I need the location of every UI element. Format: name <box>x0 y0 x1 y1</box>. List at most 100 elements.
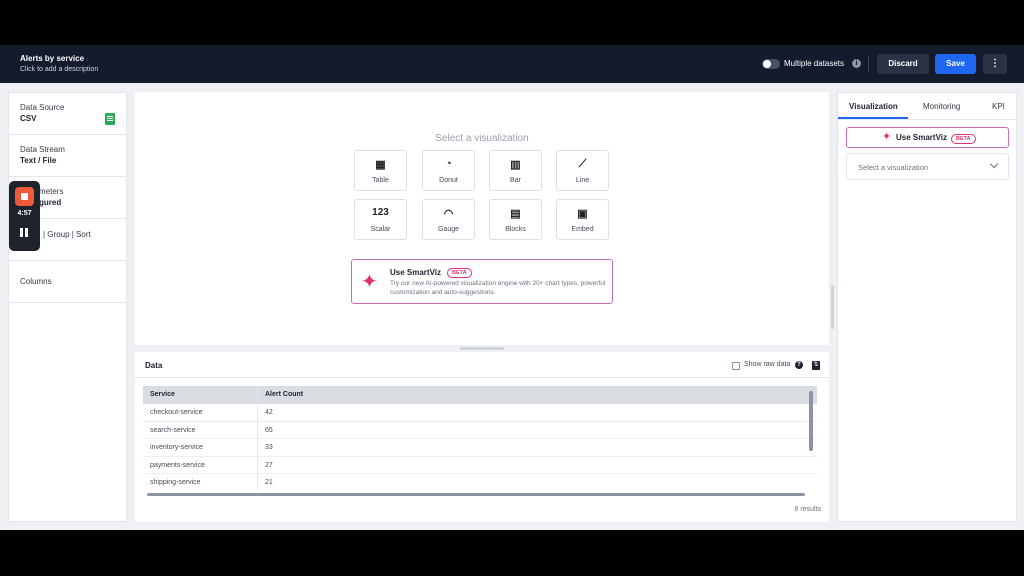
beta-badge: BETA <box>951 134 976 144</box>
table-row: payments-service 27 <box>143 457 817 474</box>
results-count: 8 results <box>794 506 821 513</box>
tab-kpi[interactable]: KPI <box>992 102 1005 111</box>
tab-visualization[interactable]: Visualization <box>849 102 898 111</box>
spreadsheet-icon <box>105 113 115 125</box>
chevron-down-icon <box>989 159 999 169</box>
info-icon[interactable]: i <box>852 59 861 68</box>
table-cell: search-service <box>150 426 196 434</box>
use-smartviz-button[interactable]: ✦ Use SmartViz BETA <box>846 127 1009 148</box>
data-panel-title: Data <box>145 361 163 370</box>
table-cell: shipping-service <box>150 479 201 486</box>
sidebar-item-value: gured <box>39 198 62 207</box>
viz-tile-table[interactable]: ▦ Table <box>354 150 407 191</box>
table-horizontal-scrollbar[interactable] <box>147 493 805 496</box>
column-divider <box>257 386 258 490</box>
select-visualization-prompt: Select a visualization <box>435 133 529 144</box>
viz-tile-line[interactable]: ⟋ Line <box>556 150 609 191</box>
table-row: checkout-service 42 <box>143 404 817 422</box>
resize-handle[interactable] <box>460 347 504 350</box>
table-vertical-scrollbar[interactable] <box>809 391 813 451</box>
table-cell: 65 <box>265 426 273 434</box>
viz-tile-blocks[interactable]: ▤ Blocks <box>489 199 542 240</box>
sidebar-item-label: Data Stream <box>20 145 65 154</box>
smartviz-description: Try our new AI-powered visualization eng… <box>390 280 606 296</box>
sidebar-item-label: | Group | Sort <box>43 230 91 239</box>
show-raw-data-checkbox[interactable] <box>732 362 740 370</box>
viz-tile-embed[interactable]: ▣ Embed <box>556 199 609 240</box>
multiple-datasets-toggle[interactable] <box>762 59 780 69</box>
pause-icon[interactable] <box>20 228 29 237</box>
sidebar-item-value: Text / File <box>20 156 57 165</box>
table-cell: 27 <box>265 461 273 469</box>
sidebar-item-label: meters <box>39 187 64 196</box>
column-header-service[interactable]: Service <box>150 386 175 404</box>
table-cell: 21 <box>265 479 273 486</box>
data-table: Service Alert Count checkout-service 42 … <box>143 386 817 490</box>
table-cell: checkout-service <box>150 409 203 416</box>
config-sidebar: Data Source CSV Data Stream Text / File … <box>8 92 127 522</box>
sidebar-item-data-source[interactable]: Data Source CSV <box>9 93 126 135</box>
more-vertical-icon[interactable]: ⋮ <box>983 54 1007 74</box>
viz-tile-label: Scalar <box>370 226 391 233</box>
table-cell: 42 <box>265 409 273 416</box>
data-panel: Data Show raw data ? ⇅ Service Alert Cou… <box>135 352 829 522</box>
recording-timer: 4:57 <box>17 210 32 217</box>
toolbar-divider <box>868 56 869 72</box>
viz-tile-gauge[interactable]: ◠ Gauge <box>422 199 475 240</box>
table-cell: payments-service <box>150 461 205 469</box>
page-title[interactable]: Alerts by service <box>20 54 84 63</box>
export-icon[interactable]: ⇅ <box>812 361 820 370</box>
viz-tile-label: Blocks <box>505 226 526 233</box>
gauge-icon: ◠ <box>443 208 454 220</box>
smartviz-card[interactable]: ✦ Use SmartViz BETA Try our new AI-power… <box>351 259 613 304</box>
show-raw-data-label[interactable]: Show raw data <box>744 361 790 368</box>
viz-tile-donut[interactable]: ◔ Donut <box>422 150 475 191</box>
viz-tile-label: Embed <box>571 226 594 233</box>
sidebar-item-columns[interactable]: Columns <box>9 261 126 303</box>
page-description[interactable]: Click to add a description <box>20 66 98 73</box>
stop-recording-icon[interactable] <box>15 187 34 206</box>
sparkle-icon: ✦ <box>361 271 378 293</box>
beta-badge: BETA <box>447 268 472 278</box>
viz-tile-label: Gauge <box>437 226 460 233</box>
top-bar: Alerts by service Click to add a descrip… <box>0 45 1024 83</box>
scalar-icon: 123 <box>372 207 389 218</box>
table-row: inventory-service 33 <box>143 439 817 457</box>
line-chart-icon: ⟋ <box>578 158 587 170</box>
smartviz-title: Use SmartViz <box>390 268 441 277</box>
discard-button[interactable]: Discard <box>877 54 929 74</box>
properties-panel: Visualization Monitoring KPI ✦ Use Smart… <box>837 92 1017 522</box>
viz-tile-label: Table <box>372 177 389 184</box>
embed-icon: ▣ <box>577 208 588 220</box>
table-cell: inventory-service <box>150 444 203 451</box>
viz-tile-scalar[interactable]: 123 Scalar <box>354 199 407 240</box>
panel-divider <box>135 377 829 378</box>
viz-tile-label: Donut <box>439 177 458 184</box>
column-header-alert-count[interactable]: Alert Count <box>265 386 303 404</box>
sidebar-item-data-stream[interactable]: Data Stream Text / File <box>9 135 126 177</box>
bar-chart-icon: ▥ <box>510 159 521 171</box>
viz-tile-label: Line <box>575 177 590 184</box>
table-icon: ▦ <box>375 159 386 171</box>
app-window: Alerts by service Click to add a descrip… <box>0 45 1024 530</box>
tabs-divider <box>838 119 1016 120</box>
tab-monitoring[interactable]: Monitoring <box>923 102 960 111</box>
viz-tile-bar[interactable]: ▥ Bar <box>489 150 542 191</box>
table-header: Service Alert Count <box>143 386 817 404</box>
viz-scrollbar[interactable] <box>831 285 834 329</box>
multiple-datasets-label: Multiple datasets <box>784 59 845 68</box>
visualization-select-placeholder: Select a visualization <box>858 163 929 172</box>
viz-tile-label: Bar <box>510 177 521 184</box>
table-cell: 33 <box>265 444 273 451</box>
screen-frame: Alerts by service Click to add a descrip… <box>0 0 1024 576</box>
sidebar-item-value: CSV <box>20 114 37 123</box>
donut-icon: ◔ <box>445 158 452 170</box>
visualization-select[interactable]: Select a visualization <box>846 153 1009 180</box>
screen-recorder-widget: 4:57 <box>9 181 40 251</box>
sidebar-item-label: Columns <box>20 277 52 286</box>
save-button[interactable]: Save <box>935 54 976 74</box>
blocks-icon: ▤ <box>510 208 521 220</box>
smartviz-button-label: Use SmartViz <box>896 133 947 142</box>
help-icon[interactable]: ? <box>795 361 803 369</box>
visualization-canvas: Select a visualization ▦ Table ◔ Donut ▥… <box>135 92 829 345</box>
